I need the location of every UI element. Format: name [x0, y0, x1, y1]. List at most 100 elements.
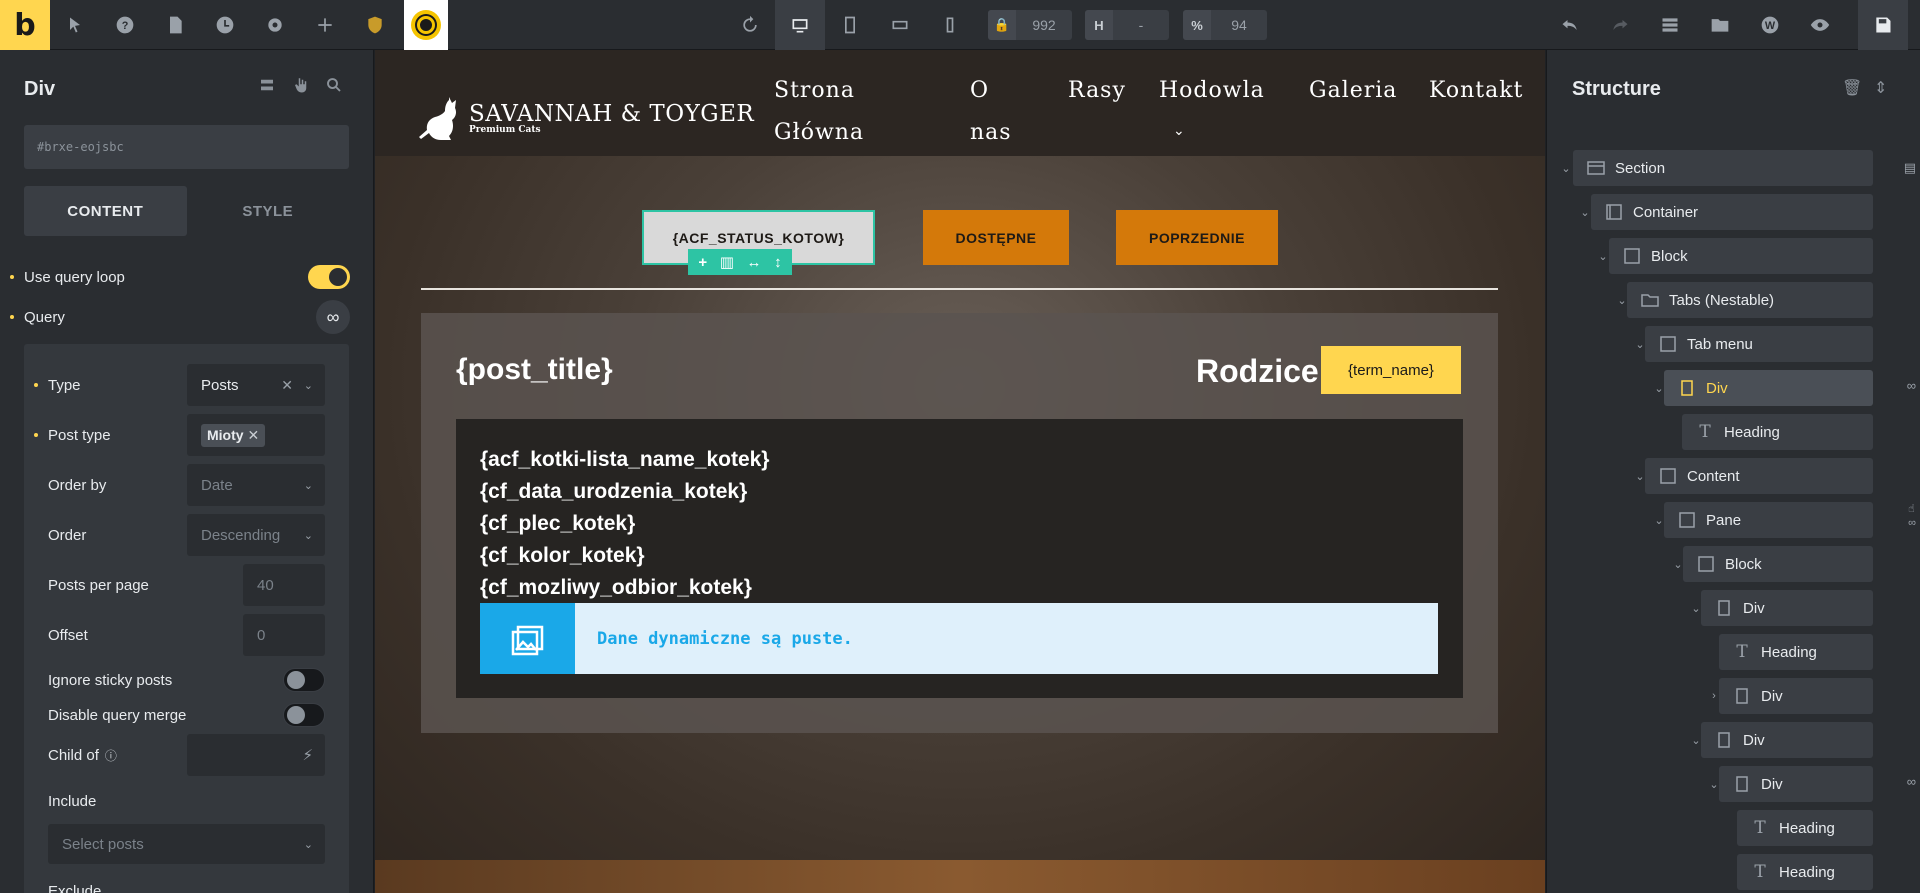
tree-node-div[interactable]: Div — [1701, 722, 1873, 758]
order-by-select[interactable]: Date ⌄ — [187, 464, 325, 506]
use-query-loop-label: Use query loop — [24, 268, 125, 286]
tree-node-tabs[interactable]: Tabs (Nestable) — [1627, 282, 1873, 318]
site-logo[interactable]: SAVANNAH & TOYGER Premium Cats — [415, 93, 754, 143]
lock-icon: 🔒 — [988, 10, 1016, 40]
add-element-icon[interactable] — [300, 0, 350, 50]
info-icon: ⓘ — [104, 748, 117, 763]
toggle-mode-icon[interactable] — [258, 76, 280, 98]
pointer-icon[interactable] — [292, 76, 314, 98]
css-id-field[interactable]: #brxe-eojsbc — [24, 125, 349, 169]
nav-link-contact[interactable]: Kontakt — [1429, 70, 1523, 112]
chevron-down-icon[interactable]: ⌄ — [1559, 161, 1573, 175]
mobile-portrait-icon[interactable] — [925, 0, 975, 50]
tree-node-div[interactable]: Div — [1719, 678, 1873, 714]
history-icon[interactable] — [200, 0, 250, 50]
tree-node-div-selected[interactable]: Div — [1664, 370, 1873, 406]
pages-icon[interactable] — [150, 0, 200, 50]
chevron-down-icon[interactable]: ⌄ — [1578, 205, 1592, 219]
templates-icon[interactable] — [1695, 0, 1745, 50]
undo-icon[interactable] — [1545, 0, 1595, 50]
mobile-landscape-icon[interactable] — [875, 0, 925, 50]
include-row: Include — [24, 780, 349, 822]
query-infinity-icon[interactable]: ∞ — [316, 300, 350, 334]
order-select[interactable]: Descending ⌄ — [187, 514, 325, 556]
desktop-breakpoint-icon[interactable] — [775, 0, 825, 50]
horizontal-resize-icon[interactable]: ↔ — [747, 254, 762, 271]
available-tab-button[interactable]: DOSTĘPNE — [923, 210, 1069, 265]
plugin-shield-icon[interactable] — [350, 0, 400, 50]
structure-icon[interactable] — [1645, 0, 1695, 50]
tree-node-tab-menu[interactable]: Tab menu — [1645, 326, 1873, 362]
child-of-input[interactable]: ⚡ — [187, 734, 325, 776]
height-field[interactable]: H - — [1085, 10, 1169, 40]
height-value: - — [1138, 17, 1144, 33]
order-row: Order Descending ⌄ — [24, 514, 349, 556]
tree-node-div[interactable]: Div — [1701, 590, 1873, 626]
include-select[interactable]: Select posts ⌄ — [48, 824, 325, 864]
posts-per-page-input[interactable]: 40 — [243, 564, 325, 606]
tree-node-heading[interactable]: T Heading — [1737, 810, 1873, 846]
chevron-down-icon[interactable]: ⌄ — [1173, 122, 1185, 139]
tree-node-block[interactable]: Block — [1683, 546, 1873, 582]
width-field[interactable]: 🔒 992 — [988, 10, 1072, 40]
tree-node-block[interactable]: Block — [1609, 238, 1873, 274]
interaction-loop-icon: ☝ ∞ — [1908, 503, 1916, 529]
search-icon[interactable] — [325, 76, 347, 98]
tree-node-div[interactable]: Div — [1719, 766, 1873, 802]
offset-input[interactable]: 0 — [243, 614, 325, 656]
reload-icon[interactable] — [725, 0, 775, 50]
collapse-icon[interactable]: ⇕ — [1874, 78, 1887, 98]
tree-node-heading[interactable]: T Heading — [1719, 634, 1873, 670]
term-name-badge[interactable]: {term_name} — [1321, 346, 1461, 394]
post-title: {post_title} — [456, 353, 613, 386]
nav-link-breeding[interactable]: Hodowla — [1159, 70, 1265, 112]
chevron-down-icon[interactable]: ⌄ — [1596, 249, 1610, 263]
percent-prefix: % — [1183, 10, 1211, 40]
type-select[interactable]: Posts ✕ ⌄ — [187, 364, 325, 406]
cursor-icon[interactable] — [50, 0, 100, 50]
tree-node-pane[interactable]: Pane — [1664, 502, 1873, 538]
nav-link-breeds[interactable]: Rasy — [1068, 70, 1126, 112]
trash-icon[interactable]: 🗑 — [1842, 78, 1862, 98]
tree-node-heading[interactable]: T Heading — [1737, 854, 1873, 890]
previous-tab-button[interactable]: POPRZEDNIE — [1116, 210, 1278, 265]
use-query-loop-toggle[interactable] — [308, 265, 350, 289]
include-label: Include — [48, 792, 97, 810]
tab-style[interactable]: STYLE — [187, 186, 350, 236]
add-icon[interactable]: + — [698, 254, 707, 271]
nav-link-home[interactable]: Strona Główna — [774, 70, 874, 154]
settings-icon[interactable] — [250, 0, 300, 50]
template-icon[interactable]: ▤ — [1904, 160, 1916, 176]
tab-content[interactable]: CONTENT — [24, 186, 187, 236]
vertical-resize-icon[interactable]: ↕ — [774, 254, 782, 271]
tree-node-container[interactable]: Container — [1591, 194, 1873, 230]
tree-node-content[interactable]: Content — [1645, 458, 1873, 494]
heading-icon: T — [1736, 642, 1748, 662]
plugin-badge-icon[interactable] — [404, 0, 448, 50]
zoom-field[interactable]: % 94 — [1183, 10, 1267, 40]
wordpress-icon[interactable]: W — [1745, 0, 1795, 50]
redo-icon[interactable] — [1595, 0, 1645, 50]
preview-eye-icon[interactable] — [1795, 0, 1845, 50]
tablet-portrait-icon[interactable] — [825, 0, 875, 50]
tree-node-heading[interactable]: T Heading — [1682, 414, 1873, 450]
help-icon[interactable]: ? — [100, 0, 150, 50]
ignore-sticky-toggle[interactable] — [283, 668, 325, 692]
clear-icon[interactable]: ✕ — [281, 377, 293, 394]
tree-node-section[interactable]: Section — [1573, 150, 1873, 186]
save-icon[interactable] — [1858, 0, 1908, 50]
disable-merge-toggle[interactable] — [283, 703, 325, 727]
nav-link-about[interactable]: O nas — [970, 70, 1011, 154]
zoom-value: 94 — [1231, 17, 1247, 33]
post-type-select[interactable]: Mioty ✕ — [187, 414, 325, 456]
block-icon — [1678, 511, 1696, 529]
section-icon — [1587, 159, 1605, 177]
dynamic-data-bolt-icon[interactable]: ⚡ — [302, 746, 313, 764]
query-settings-popup: Type Posts ✕ ⌄ Post type Mioty ✕ Order b… — [24, 344, 349, 893]
disable-merge-row: Disable query merge — [24, 694, 349, 736]
bricks-logo[interactable]: b — [0, 0, 50, 50]
columns-icon[interactable]: ▥ — [720, 253, 734, 271]
block-icon — [1697, 555, 1715, 573]
nav-link-gallery[interactable]: Galeria — [1309, 70, 1397, 112]
site-header: SAVANNAH & TOYGER Premium Cats Strona Gł… — [375, 50, 1545, 156]
